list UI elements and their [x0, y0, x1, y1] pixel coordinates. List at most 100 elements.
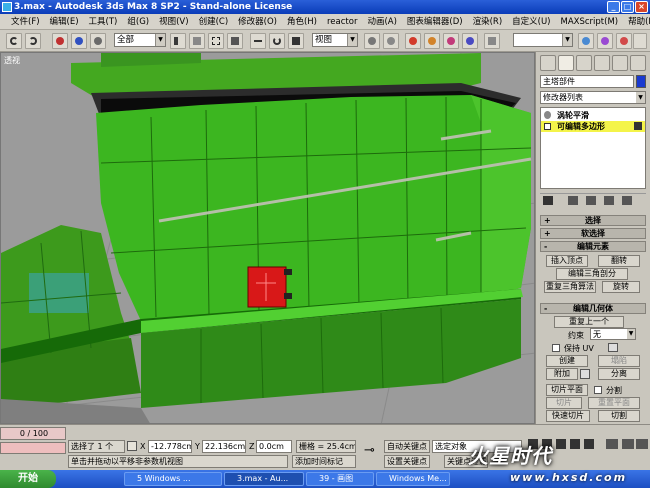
reference-coordinate-dropdown[interactable]: 视图 ▼: [312, 33, 358, 47]
menu-file[interactable]: 文件(F): [6, 14, 45, 30]
zoom-icon[interactable]: [606, 439, 618, 449]
key-icon[interactable]: ⊸: [364, 443, 375, 458]
rollout-edit-geometry[interactable]: - 编辑几何体: [540, 303, 646, 314]
maximize-button[interactable]: □: [621, 1, 634, 13]
align-icon[interactable]: [597, 33, 613, 49]
menu-modifiers[interactable]: 修改器(O): [233, 14, 282, 30]
utilities-tab-icon[interactable]: [630, 55, 646, 71]
lock-selection-icon[interactable]: [127, 441, 137, 451]
window-crossing-icon[interactable]: [227, 33, 243, 49]
pan-icon[interactable]: [622, 439, 634, 449]
rectangular-selection-icon[interactable]: [208, 33, 224, 49]
orbit-icon[interactable]: [636, 439, 648, 449]
menu-reactor[interactable]: reactor: [322, 14, 362, 30]
quickslice-button[interactable]: 快速切片: [546, 410, 590, 422]
goto-end-icon[interactable]: [584, 439, 594, 449]
minimize-button[interactable]: _: [607, 1, 620, 13]
slice-button[interactable]: 切片: [546, 397, 582, 409]
collapse-button[interactable]: 塌陷: [598, 355, 640, 367]
menu-edit[interactable]: 编辑(E): [45, 14, 84, 30]
perspective-viewport[interactable]: 透视: [0, 52, 535, 424]
create-button[interactable]: 创建: [546, 355, 588, 367]
snaps-toggle-icon[interactable]: [405, 33, 421, 49]
attach-list-icon[interactable]: [580, 369, 590, 379]
rollout-selection[interactable]: + 选择: [540, 215, 646, 226]
taskbar-item-paint[interactable]: 39 - 画图: [306, 472, 374, 486]
object-color-swatch[interactable]: [636, 75, 646, 88]
stack-item-editable-poly[interactable]: 可编辑多边形: [541, 121, 645, 132]
modify-tab-icon[interactable]: [558, 55, 574, 71]
detach-button[interactable]: 分离: [598, 368, 640, 380]
cut-button[interactable]: 切割: [598, 410, 640, 422]
menu-graph-editors[interactable]: 图表编辑器(D): [402, 14, 468, 30]
make-unique-icon[interactable]: [586, 196, 596, 205]
menu-group[interactable]: 组(G): [122, 14, 154, 30]
percent-snap-icon[interactable]: [443, 33, 459, 49]
start-button[interactable]: 开始: [0, 470, 56, 488]
preserve-uv-settings-icon[interactable]: [608, 343, 618, 352]
slice-plane-button[interactable]: 切片平面: [546, 384, 588, 396]
lightbulb-icon[interactable]: [544, 111, 551, 119]
auto-key-button[interactable]: 自动关键点: [384, 440, 430, 453]
preserve-uv-checkbox[interactable]: [552, 344, 560, 352]
menu-help[interactable]: 帮助(H): [623, 14, 650, 30]
remove-modifier-icon[interactable]: [604, 196, 614, 205]
expand-icon[interactable]: [544, 123, 551, 130]
motion-tab-icon[interactable]: [594, 55, 610, 71]
z-coordinate-field[interactable]: 0.0cm: [256, 440, 292, 453]
show-end-result-icon[interactable]: [634, 122, 642, 130]
rollout-soft-selection[interactable]: + 软选择: [540, 228, 646, 239]
select-link-icon[interactable]: [52, 33, 68, 49]
constraints-dropdown[interactable]: 无 ▼: [590, 328, 636, 340]
taskbar-item-messenger[interactable]: Windows Me...: [376, 472, 450, 486]
flip-button[interactable]: 翻转: [598, 255, 640, 267]
menu-rendering[interactable]: 渲染(R): [468, 14, 508, 30]
menu-customize[interactable]: 自定义(U): [507, 14, 555, 30]
select-rotate-icon[interactable]: [269, 33, 285, 49]
play-icon[interactable]: [556, 439, 566, 449]
select-manipulate-icon[interactable]: [383, 33, 399, 49]
create-tab-icon[interactable]: [540, 55, 556, 71]
spinner-snap-icon[interactable]: [462, 33, 478, 49]
pin-stack-icon[interactable]: [543, 196, 553, 205]
modifier-list-dropdown[interactable]: 修改器列表 ▼: [540, 91, 646, 104]
turn-button[interactable]: 旋转: [602, 281, 640, 293]
unlink-icon[interactable]: [71, 33, 87, 49]
x-coordinate-field[interactable]: -12.778cm: [148, 440, 192, 453]
mirror-icon[interactable]: [578, 33, 594, 49]
menu-animation[interactable]: 动画(A): [362, 14, 401, 30]
named-selection-sets-icon[interactable]: [484, 33, 500, 49]
y-coordinate-field[interactable]: 22.136cm: [202, 440, 246, 453]
repeat-last-button[interactable]: 重复上一个: [554, 316, 624, 328]
next-frame-icon[interactable]: [570, 439, 580, 449]
layer-manager-icon[interactable]: [616, 33, 632, 49]
add-time-tag-button[interactable]: 添加时间标记: [292, 455, 356, 468]
time-slider[interactable]: 0 / 100: [0, 427, 66, 440]
undo-icon[interactable]: [6, 33, 22, 49]
stack-item-turbosmooth[interactable]: 涡轮平滑: [541, 110, 645, 121]
toolbar-overflow-icon[interactable]: [633, 33, 647, 49]
hierarchy-tab-icon[interactable]: [576, 55, 592, 71]
close-button[interactable]: ×: [635, 1, 648, 13]
object-name-field[interactable]: 主塔部件: [540, 75, 634, 88]
select-move-icon[interactable]: [250, 33, 266, 49]
retriangulate-button[interactable]: 重复三角算法: [544, 281, 596, 293]
taskbar-item-3dsmax[interactable]: 3.max - Au...: [224, 472, 304, 486]
split-checkbox[interactable]: [594, 386, 602, 394]
edit-triangulation-button[interactable]: 编辑三角剖分: [556, 268, 628, 280]
viewport-label[interactable]: 透视: [4, 55, 20, 66]
insert-vertex-button[interactable]: 插入顶点: [546, 255, 588, 267]
rollout-edit-elements[interactable]: - 编辑元素: [540, 241, 646, 252]
named-selection-dropdown[interactable]: ▼: [513, 33, 573, 47]
trackbar[interactable]: [0, 442, 66, 454]
menu-character[interactable]: 角色(H): [282, 14, 322, 30]
show-end-result-icon[interactable]: [568, 196, 578, 205]
angle-snap-icon[interactable]: [424, 33, 440, 49]
configure-modifier-sets-icon[interactable]: [622, 196, 632, 205]
bind-space-warp-icon[interactable]: [90, 33, 106, 49]
attach-button[interactable]: 附加: [546, 368, 578, 380]
menu-create[interactable]: 创建(C): [194, 14, 234, 30]
menu-views[interactable]: 视图(V): [154, 14, 193, 30]
menu-tools[interactable]: 工具(T): [84, 14, 123, 30]
select-by-name-icon[interactable]: [189, 33, 205, 49]
